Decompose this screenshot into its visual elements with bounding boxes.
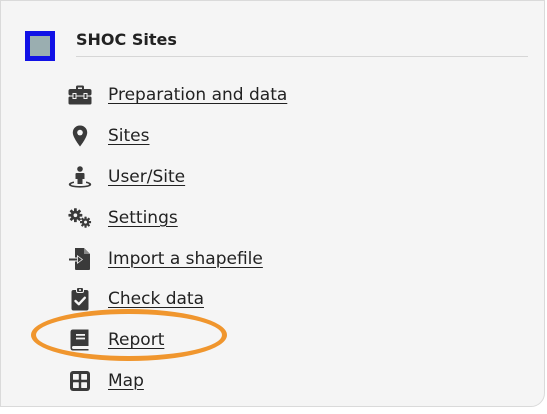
menu-item-label: Settings <box>108 207 178 228</box>
menu-item-sites[interactable]: Sites <box>68 116 287 157</box>
menu-item-import-shapefile[interactable]: Import a shapefile <box>68 238 287 279</box>
menu-item-label: Map <box>108 370 144 391</box>
menu-item-label: User/Site <box>108 166 186 187</box>
menu-item-label: Sites <box>108 126 150 147</box>
clipboard-check-icon <box>68 287 92 311</box>
street-view-icon <box>68 165 92 189</box>
book-icon <box>68 328 92 352</box>
header-divider <box>76 56 528 57</box>
menu-item-label: Check data <box>108 289 204 310</box>
menu-item-settings[interactable]: Settings <box>68 197 287 238</box>
menu-item-check-data[interactable]: Check data <box>68 279 287 320</box>
menu-item-map[interactable]: Map <box>68 361 287 402</box>
map-marker-icon <box>68 124 92 148</box>
grid-icon <box>68 369 92 393</box>
shoc-sites-panel: SHOC Sites Preparation and data Sites Us… <box>0 0 545 407</box>
menu-item-report[interactable]: Report <box>68 320 287 361</box>
menu-item-label: Report <box>108 330 165 351</box>
map-layer-square-icon <box>25 31 55 61</box>
menu-list: Preparation and data Sites User/Site Set… <box>68 75 287 401</box>
panel-title: SHOC Sites <box>76 30 177 49</box>
cogs-icon <box>68 206 92 230</box>
menu-item-preparation-and-data[interactable]: Preparation and data <box>68 75 287 116</box>
toolbox-icon <box>68 83 92 107</box>
file-import-icon <box>68 247 92 271</box>
menu-item-user-site[interactable]: User/Site <box>68 157 287 198</box>
menu-item-label: Preparation and data <box>108 85 288 106</box>
menu-item-label: Import a shapefile <box>108 248 263 269</box>
